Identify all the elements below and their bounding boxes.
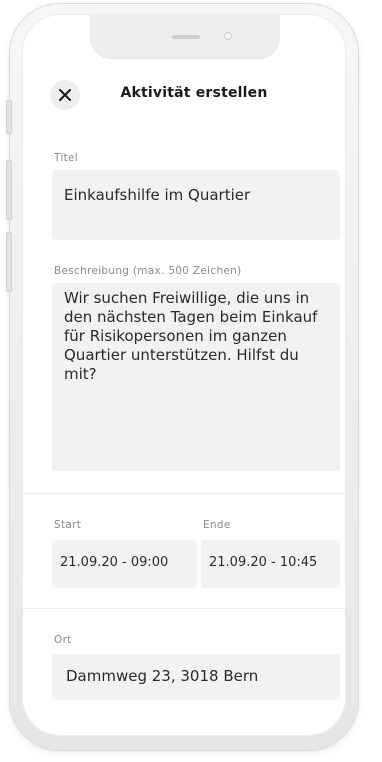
- start-label: Start: [54, 519, 82, 531]
- speaker-grille: [172, 35, 200, 39]
- close-button[interactable]: [50, 80, 80, 110]
- title-label: Titel: [54, 152, 79, 164]
- section-divider: [22, 493, 346, 494]
- title-input[interactable]: Einkaufshilfe im Quartier: [52, 170, 340, 240]
- place-input[interactable]: Dammweg 23, 3018 Bern: [52, 654, 340, 700]
- front-camera: [224, 32, 232, 40]
- phone-side-button: [6, 232, 12, 292]
- description-label: Beschreibung (max. 500 Zeichen): [54, 265, 242, 277]
- description-textarea[interactable]: Wir suchen Freiwillige, die uns in den n…: [52, 283, 340, 471]
- end-datetime-field[interactable]: 21.09.20 - 10:45: [201, 540, 340, 588]
- place-label: Ort: [54, 634, 72, 646]
- phone-notch: [90, 14, 280, 59]
- phone-side-button: [6, 160, 12, 220]
- section-divider: [22, 608, 346, 609]
- end-label: Ende: [203, 519, 231, 531]
- start-datetime-field[interactable]: 21.09.20 - 09:00: [52, 540, 197, 588]
- close-icon: [59, 89, 71, 101]
- page-title: Aktivität erstellen: [120, 85, 268, 101]
- phone-screen: Aktivität erstellen Titel Einkaufshilfe …: [22, 14, 346, 736]
- phone-side-button: [6, 100, 12, 134]
